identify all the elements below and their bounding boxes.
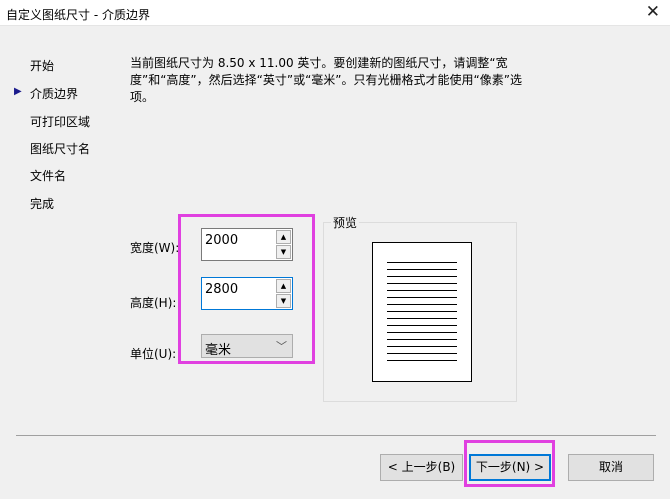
title-bar: 自定义图纸尺寸 - 介质边界 ✕ xyxy=(0,0,670,26)
nav-step: 介质边界 xyxy=(30,87,79,101)
preview-text-line xyxy=(387,353,457,354)
preview-text-line xyxy=(387,311,457,312)
nav-step: 图纸尺寸名 xyxy=(30,142,91,156)
cancel-button[interactable]: 取消 xyxy=(568,454,654,481)
highlight-box-next xyxy=(464,440,555,487)
preview-text-line xyxy=(387,262,457,263)
width-input[interactable]: 2000 xyxy=(205,233,238,248)
preview-text-line xyxy=(387,290,457,291)
preview-text-line xyxy=(387,297,457,298)
chevron-down-icon: ﹀ xyxy=(276,340,287,353)
nav-step: 文件名 xyxy=(30,169,67,183)
nav-step: 完成 xyxy=(30,197,55,211)
width-spinbox[interactable]: 2000 ▲ ▼ xyxy=(201,228,293,261)
height-spinbox[interactable]: 2800 ▲ ▼ xyxy=(201,277,293,310)
window-title: 自定义图纸尺寸 - 介质边界 xyxy=(6,8,150,22)
preview-text-line xyxy=(387,360,457,361)
preview-text-line xyxy=(387,269,457,270)
preview-label: 预览 xyxy=(331,214,360,231)
height-input[interactable]: 2800 xyxy=(205,282,238,297)
preview-text-line xyxy=(387,304,457,305)
preview-text-line xyxy=(387,276,457,277)
back-button[interactable]: < 上一步(B) xyxy=(380,454,463,481)
preview-text-line xyxy=(387,318,457,319)
width-down-arrow-icon[interactable]: ▼ xyxy=(276,245,291,259)
height-down-arrow-icon[interactable]: ▼ xyxy=(276,294,291,308)
unit-value: 毫米 xyxy=(205,343,232,358)
close-icon[interactable]: ✕ xyxy=(646,2,660,22)
height-label: 高度(H): xyxy=(130,296,177,310)
unit-select[interactable]: 毫米 ﹀ xyxy=(201,334,293,358)
height-up-arrow-icon[interactable]: ▲ xyxy=(276,279,291,293)
preview-text-line xyxy=(387,346,457,347)
width-label: 宽度(W): xyxy=(130,241,180,255)
nav-step: 开始 xyxy=(30,59,55,73)
preview-text-line xyxy=(387,325,457,326)
unit-label: 单位(U): xyxy=(130,347,177,361)
divider xyxy=(16,435,656,436)
preview-text-line xyxy=(387,332,457,333)
preview-page xyxy=(372,242,472,382)
current-step-arrow-icon: ▶ xyxy=(14,86,22,97)
preview-text-line xyxy=(387,339,457,340)
description-text: 当前图纸尺寸为 8.50 x 11.00 英寸。要创建新的图纸尺寸，请调整“宽度… xyxy=(130,56,522,104)
width-up-arrow-icon[interactable]: ▲ xyxy=(276,230,291,244)
nav-step: 可打印区域 xyxy=(30,115,91,129)
preview-text-line xyxy=(387,283,457,284)
